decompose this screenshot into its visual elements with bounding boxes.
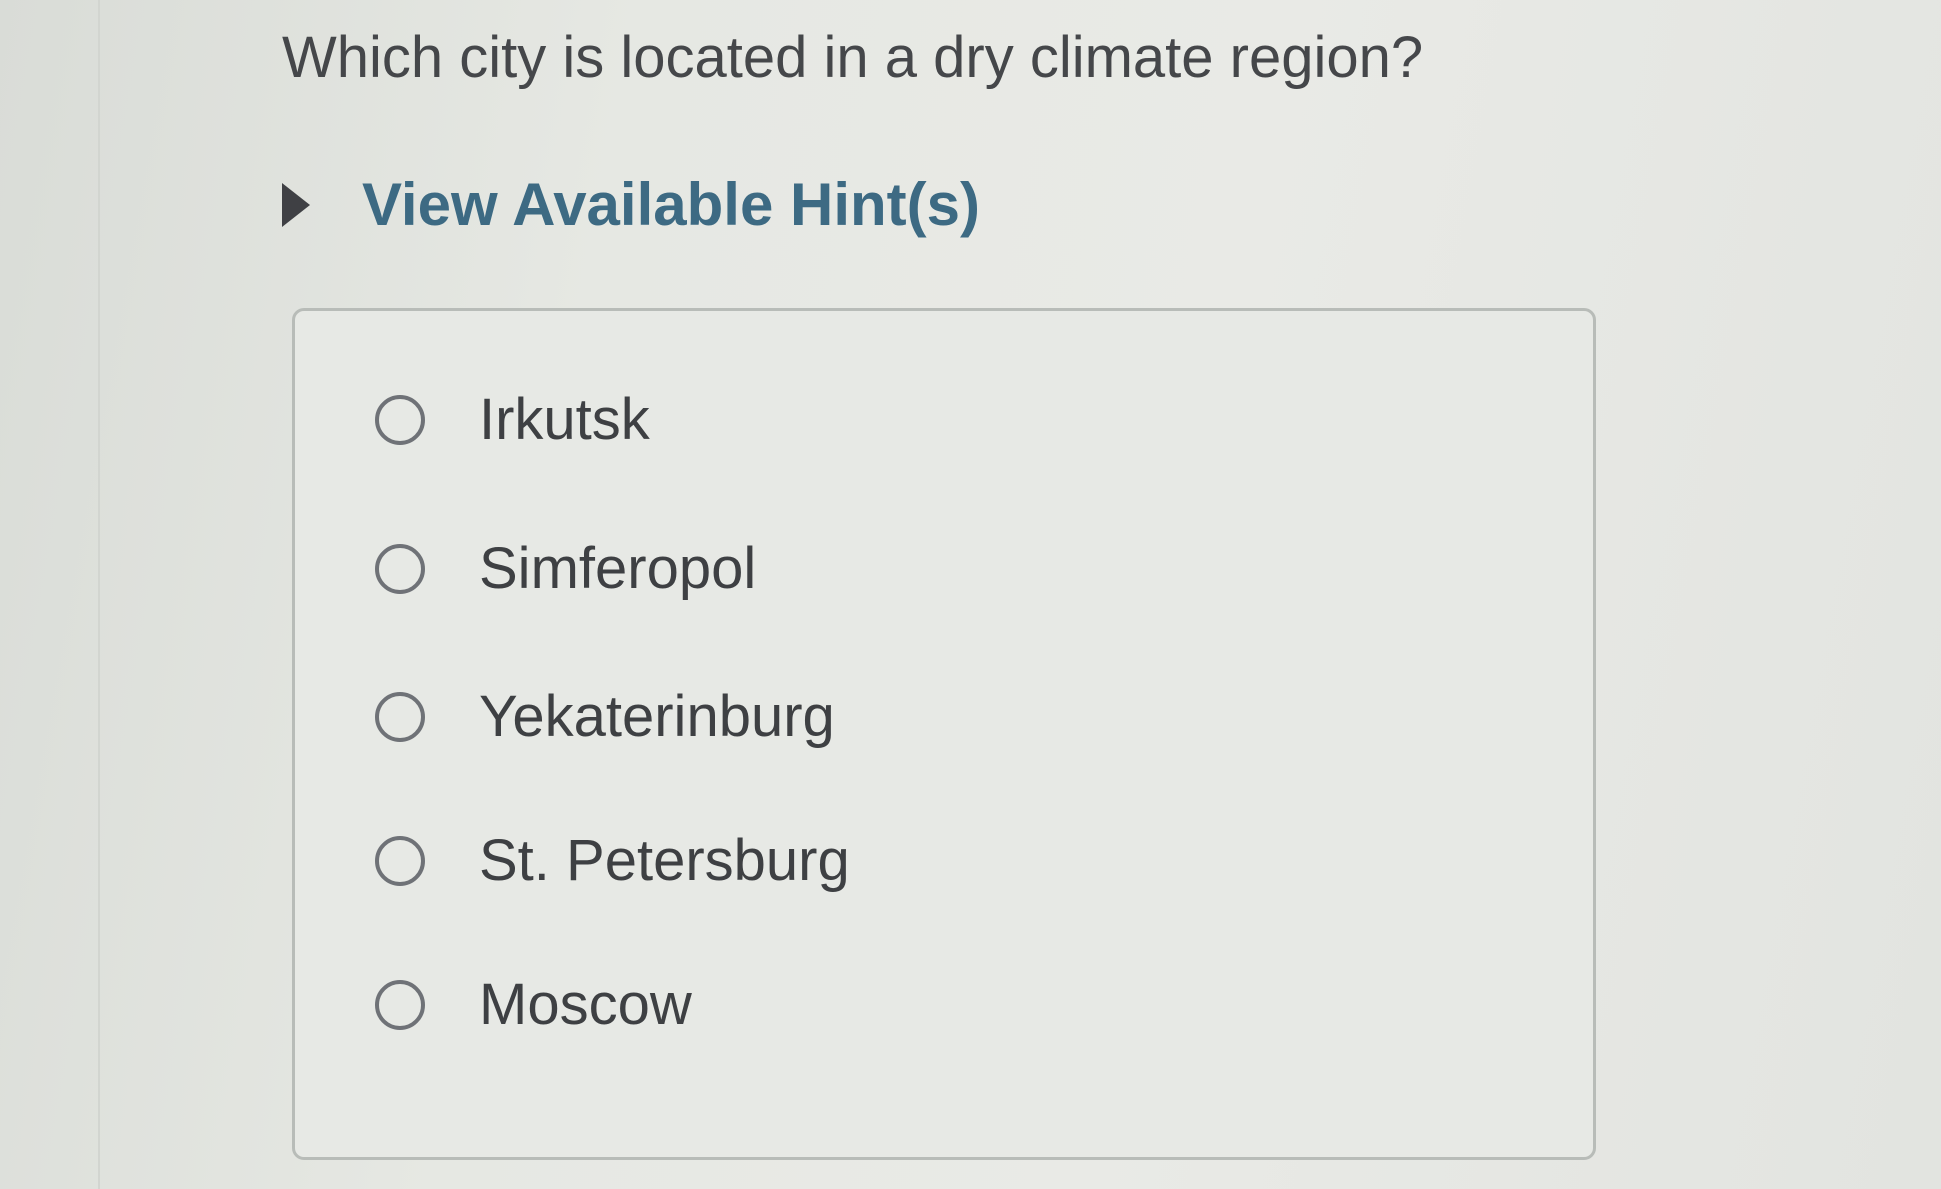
- question-text: Which city is located in a dry climate r…: [282, 25, 1424, 90]
- radio-button[interactable]: [375, 979, 425, 1030]
- radio-button[interactable]: [375, 543, 425, 594]
- option-label[interactable]: Yekaterinburg: [479, 683, 835, 750]
- option-irkutsk[interactable]: Irkutsk: [375, 386, 650, 453]
- page-margin-rule: [98, 0, 100, 1189]
- option-label[interactable]: St. Petersburg: [479, 827, 850, 894]
- triangle-right-icon[interactable]: [282, 182, 310, 227]
- option-simferopol[interactable]: Simferopol: [375, 535, 756, 602]
- option-label[interactable]: Simferopol: [479, 535, 756, 602]
- radio-button[interactable]: [375, 394, 425, 445]
- option-label[interactable]: Moscow: [479, 971, 692, 1038]
- option-st-petersburg[interactable]: St. Petersburg: [375, 827, 850, 894]
- radio-button[interactable]: [375, 835, 425, 886]
- option-yekaterinburg[interactable]: Yekaterinburg: [375, 683, 835, 750]
- option-label[interactable]: Irkutsk: [479, 386, 650, 453]
- radio-button[interactable]: [375, 691, 425, 742]
- view-hints-toggle[interactable]: View Available Hint(s): [282, 170, 980, 239]
- option-moscow[interactable]: Moscow: [375, 971, 692, 1038]
- answer-options-panel: Irkutsk Simferopol Yekaterinburg St. Pet…: [292, 308, 1596, 1160]
- view-hints-label[interactable]: View Available Hint(s): [362, 170, 980, 239]
